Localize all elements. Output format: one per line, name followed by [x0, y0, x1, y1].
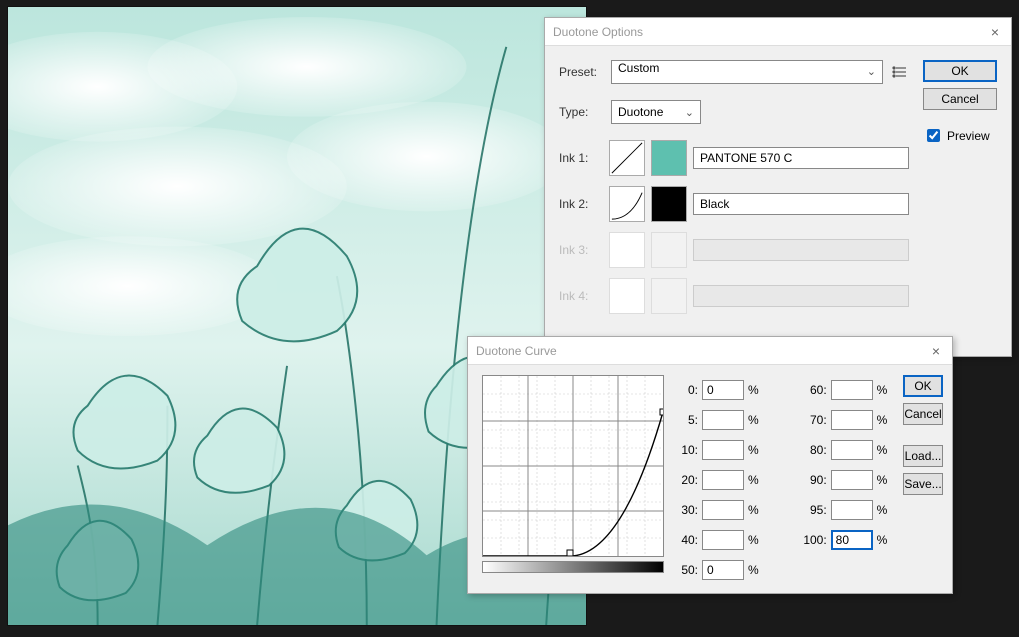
chevron-down-icon: ⌄	[867, 65, 876, 78]
curve-input-40[interactable]	[702, 530, 744, 550]
ink4-curve-button	[609, 278, 645, 314]
type-dropdown[interactable]: Duotone ⌄	[611, 100, 701, 124]
preview-checkbox[interactable]: Preview	[923, 126, 997, 145]
curve-input-50[interactable]	[702, 560, 744, 580]
ink-row-2: Ink 2: Black	[559, 186, 909, 222]
curve-input-20[interactable]	[702, 470, 744, 490]
dialog-title: Duotone Curve	[476, 344, 928, 358]
type-label: Type:	[559, 105, 603, 119]
cancel-button[interactable]: Cancel	[903, 403, 942, 425]
curve-input-60[interactable]	[831, 380, 873, 400]
dialog-title: Duotone Options	[553, 25, 987, 39]
close-icon[interactable]: ×	[987, 24, 1003, 40]
duotone-options-dialog: Duotone Options × Preset: Custom ⌄ Type:…	[544, 17, 1012, 357]
duotone-options-titlebar[interactable]: Duotone Options ×	[545, 18, 1011, 46]
preset-value: Custom	[618, 61, 659, 75]
ok-button[interactable]: OK	[903, 375, 942, 397]
ink2-label: Ink 2:	[559, 197, 603, 211]
curve-input-0[interactable]	[702, 380, 744, 400]
ink-row-4: Ink 4:	[559, 278, 909, 314]
curve-input-70[interactable]	[831, 410, 873, 430]
duotone-curve-dialog: Duotone Curve ×	[467, 336, 953, 594]
preview-checkbox-input[interactable]	[927, 129, 940, 142]
ok-button[interactable]: OK	[923, 60, 997, 82]
curve-point-inputs: 0: % 60: % 5: % 70: % 10: % 80: % 20: %	[672, 377, 895, 583]
curve-input-30[interactable]	[702, 500, 744, 520]
curve-input-90[interactable]	[831, 470, 873, 490]
ink4-name-input	[693, 285, 909, 307]
ink4-label: Ink 4:	[559, 289, 603, 303]
ink2-color-swatch[interactable]	[651, 186, 687, 222]
ink-row-3: Ink 3:	[559, 232, 909, 268]
preset-dropdown[interactable]: Custom ⌄	[611, 60, 883, 84]
preview-label: Preview	[947, 129, 990, 143]
curve-input-10[interactable]	[702, 440, 744, 460]
ink-row-1: Ink 1: PANTONE 570 C	[559, 140, 909, 176]
curve-input-5[interactable]	[702, 410, 744, 430]
ink1-label: Ink 1:	[559, 151, 603, 165]
ink2-name-input[interactable]: Black	[693, 193, 909, 215]
curve-graph[interactable]	[482, 375, 664, 557]
ink3-curve-button	[609, 232, 645, 268]
close-icon[interactable]: ×	[928, 343, 944, 359]
preset-label: Preset:	[559, 65, 603, 79]
ink2-curve-button[interactable]	[609, 186, 645, 222]
ink1-color-swatch[interactable]	[651, 140, 687, 176]
load-button[interactable]: Load...	[903, 445, 942, 467]
chevron-down-icon: ⌄	[685, 106, 694, 119]
curve-input-95[interactable]	[831, 500, 873, 520]
curve-input-100[interactable]	[831, 530, 873, 550]
curve-input-80[interactable]	[831, 440, 873, 460]
gradient-bar	[482, 561, 664, 573]
preset-menu-icon[interactable]	[891, 63, 909, 81]
ink3-color-swatch	[651, 232, 687, 268]
type-value: Duotone	[618, 105, 663, 119]
duotone-curve-titlebar[interactable]: Duotone Curve ×	[468, 337, 952, 365]
save-button[interactable]: Save...	[903, 473, 942, 495]
ink3-label: Ink 3:	[559, 243, 603, 257]
cancel-button[interactable]: Cancel	[923, 88, 997, 110]
ink1-curve-button[interactable]	[609, 140, 645, 176]
ink1-name-input[interactable]: PANTONE 570 C	[693, 147, 909, 169]
ink4-color-swatch	[651, 278, 687, 314]
ink3-name-input	[693, 239, 909, 261]
